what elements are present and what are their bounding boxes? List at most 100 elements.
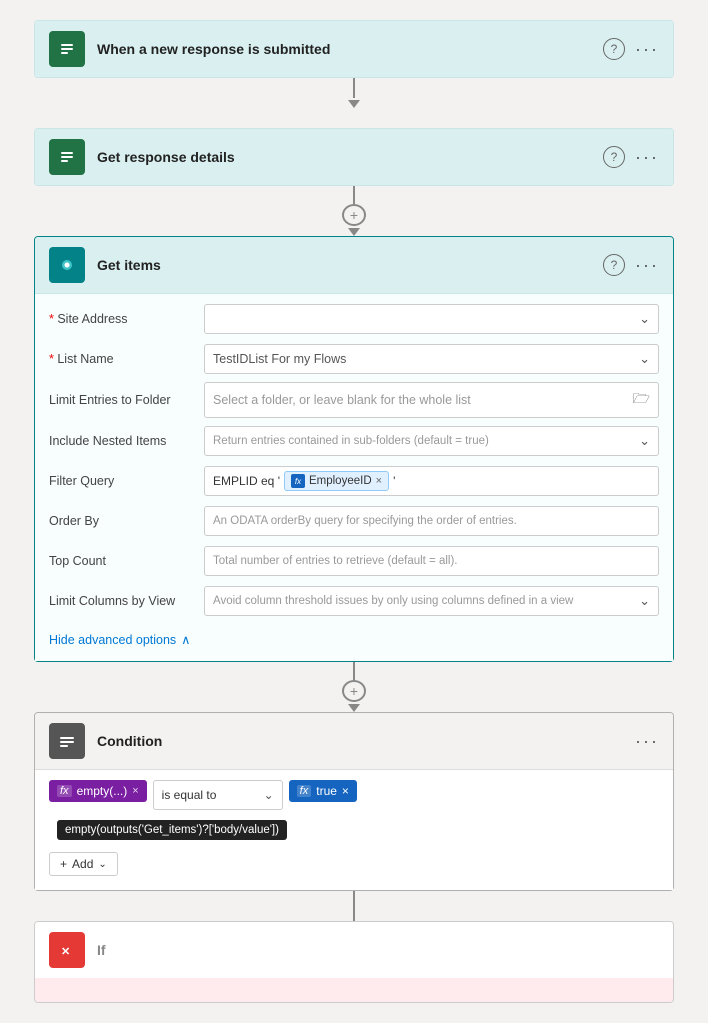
label-filter: Filter Query [49,474,204,488]
condition-icon [49,723,85,759]
field-row-order: Order By An ODATA orderBy query for spec… [49,504,659,538]
chevron-up-icon: ∧ [181,632,190,647]
label-site-address: * Site Address [49,312,204,326]
hide-advanced-label: Hide advanced options [49,633,176,647]
order-placeholder: An ODATA orderBy query for specifying th… [213,515,517,527]
help-icon-2[interactable]: ? [603,146,625,168]
step-header-2: Get response details ? ··· [35,129,673,185]
cond-tag-right: fx true × [289,780,357,802]
partial-body-if [35,978,673,1002]
tag-fx-icon: fx [291,474,305,488]
add-step-button-3[interactable]: + [342,680,366,702]
fx-label-left: fx [57,785,72,797]
more-menu-condition[interactable]: ··· [635,731,659,752]
cond-right-text: true [316,784,337,798]
input-topcount[interactable]: Total number of entries to retrieve (def… [204,546,659,576]
more-menu-1[interactable]: ··· [635,39,659,60]
input-filter-query[interactable]: EMPLID eq ' fx EmployeeID × ' [204,466,659,496]
cond-close-left[interactable]: × [132,785,138,797]
connector-arrow-3 [348,704,360,712]
dropdown-arrow-nested: ⌄ [639,433,650,449]
forms-icon-2 [49,139,85,175]
step-title-3: Get items [97,257,603,273]
expression-tooltip: empty(outputs('Get_items')?['body/value'… [57,820,287,840]
label-order: Order By [49,514,204,528]
step-card-condition: Condition ··· fx empty(...) × is equal t… [34,712,674,891]
tag-close-button[interactable]: × [376,475,382,487]
folder-icon: 🗁 [633,388,650,412]
step-title-1: When a new response is submitted [97,41,603,57]
flow-container: When a new response is submitted ? ··· G… [0,0,708,1023]
dropdown-arrow-op: ⌄ [264,788,274,802]
svg-text:✕: ✕ [61,946,70,958]
cond-operator[interactable]: is equal to ⌄ [153,780,283,810]
condition-body: fx empty(...) × is equal to ⌄ fx true × [35,769,673,890]
cond-left-text: empty(...) [77,784,128,798]
field-row-nested: Include Nested Items Return entries cont… [49,424,659,458]
step-header-condition: Condition ··· [35,713,673,769]
field-row-filter: Filter Query EMPLID eq ' fx EmployeeID ×… [49,464,659,498]
sharepoint-icon-3 [49,247,85,283]
connector-bottom [353,891,355,921]
step-title-if: If [97,942,659,958]
partial-card-if: ✕ If [34,921,674,1003]
field-row-list-name: * List Name TestIDList For my Flows ⌄ [49,342,659,376]
add-step-button-2[interactable]: + [342,204,366,226]
help-icon-1[interactable]: ? [603,38,625,60]
add-label: Add [72,857,93,871]
add-button[interactable]: + Add ⌄ [49,852,118,876]
connector-1 [348,78,360,128]
input-site-address[interactable]: ⌄ [204,304,659,334]
list-name-value: TestIDList For my Flows [213,352,346,366]
filter-tag-employeeid: fx EmployeeID × [284,471,389,491]
step-body-3: * Site Address ⌄ * List Name TestIDList … [35,293,673,661]
input-order[interactable]: An ODATA orderBy query for specifying th… [204,506,659,536]
dropdown-arrow-list: ⌄ [639,351,650,367]
step-title-2: Get response details [97,149,603,165]
forms-icon-1 [49,31,85,67]
label-nested: Include Nested Items [49,434,204,448]
filter-suffix: ' [393,474,395,488]
if-icon: ✕ [49,932,85,968]
more-menu-3[interactable]: ··· [635,255,659,276]
nested-placeholder: Return entries contained in sub-folders … [213,435,489,447]
plus-icon-add: + [60,857,67,871]
limit-cols-placeholder: Avoid column threshold issues by only us… [213,595,573,607]
help-icon-3[interactable]: ? [603,254,625,276]
input-limit-cols[interactable]: Avoid column threshold issues by only us… [204,586,659,616]
hide-advanced-toggle[interactable]: Hide advanced options ∧ [49,624,659,647]
field-row-site-address: * Site Address ⌄ [49,302,659,336]
tooltip-row: empty(outputs('Get_items')?['body/value'… [51,818,659,840]
tag-label: EmployeeID [309,475,372,487]
partial-header-if: ✕ If [35,922,673,978]
step-card-1: When a new response is submitted ? ··· [34,20,674,78]
chevron-down-icon-add: ⌄ [98,859,106,870]
step-title-condition: Condition [97,733,635,749]
step-header-1: When a new response is submitted ? ··· [35,21,673,77]
topcount-placeholder: Total number of entries to retrieve (def… [213,555,458,567]
connector-line-2a [353,186,355,204]
label-topcount: Top Count [49,554,204,568]
dropdown-arrow-site: ⌄ [639,311,650,327]
input-limit-folder[interactable]: Select a folder, or leave blank for the … [204,382,659,418]
connector-arrow-1 [348,100,360,108]
step-header-3: Get items ? ··· [35,237,673,293]
input-nested[interactable]: Return entries contained in sub-folders … [204,426,659,456]
filter-prefix: EMPLID eq ' [213,474,280,488]
cond-tag-left: fx empty(...) × [49,780,147,802]
connector-line-1 [353,78,355,98]
label-limit-folder: Limit Entries to Folder [49,393,204,407]
connector-bottom-line [353,891,355,921]
field-row-limit-folder: Limit Entries to Folder Select a folder,… [49,382,659,418]
more-menu-2[interactable]: ··· [635,147,659,168]
input-list-name[interactable]: TestIDList For my Flows ⌄ [204,344,659,374]
connector-arrow-2 [348,228,360,236]
step-card-2: Get response details ? ··· [34,128,674,186]
cond-close-right[interactable]: × [342,784,349,798]
connector-line-3a [353,662,355,680]
step-card-3: Get items ? ··· * Site Address ⌄ * List … [34,236,674,662]
cond-op-text: is equal to [162,788,217,802]
label-limit-cols: Limit Columns by View [49,594,204,608]
condition-row-main: fx empty(...) × is equal to ⌄ fx true × [49,780,659,810]
label-list-name: * List Name [49,352,204,366]
